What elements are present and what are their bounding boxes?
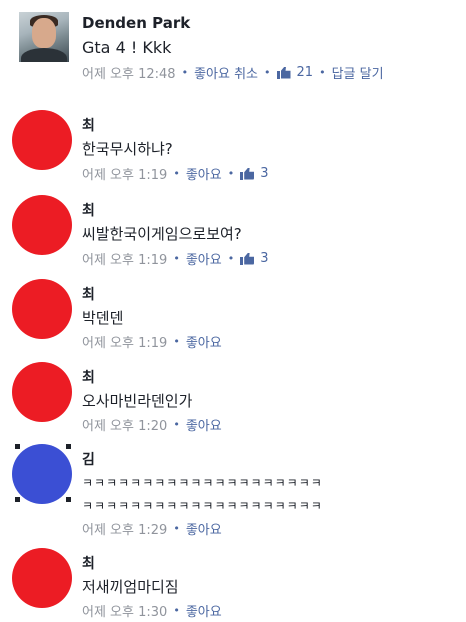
comment-timestamp[interactable]: 어제 오후 1:30: [82, 601, 167, 620]
author-avatar[interactable]: [19, 12, 69, 62]
like-button[interactable]: 좋아요: [186, 164, 222, 183]
comment-timestamp[interactable]: 어제 오후 1:19: [82, 249, 167, 268]
separator-dot: •: [173, 604, 180, 617]
comment-timestamp[interactable]: 어제 오후 1:19: [82, 164, 167, 183]
like-button[interactable]: 좋아요: [186, 519, 222, 538]
comment-author[interactable]: 최: [82, 284, 95, 304]
comment-text-line: ㅋㅋㅋㅋㅋㅋㅋㅋㅋㅋㅋㅋㅋㅋㅋㅋㅋㅋㅋㅋ: [82, 499, 323, 513]
like-count[interactable]: 21: [297, 65, 314, 80]
separator-dot: •: [181, 66, 189, 79]
comment-author[interactable]: 최: [82, 367, 95, 387]
like-button[interactable]: 좋아요: [186, 415, 222, 434]
comment-text: 한국무시하냐?: [82, 140, 173, 158]
comment-meta: 어제 오후 1:19 • 좋아요 • 3: [82, 164, 268, 183]
comment-author[interactable]: 최: [82, 553, 95, 573]
separator-dot: •: [173, 167, 180, 180]
comment-timestamp[interactable]: 어제 오후 1:29: [82, 519, 167, 538]
main-post: Denden Park Gta 4 ! Kkk 어제 오후 12:48 • 좋아…: [0, 0, 466, 90]
avatar-corner-mark: [15, 497, 20, 502]
thumbs-up-icon: [276, 67, 291, 79]
comment-avatar[interactable]: [12, 279, 72, 339]
post-text: Gta 4 ! Kkk: [82, 38, 172, 57]
like-count[interactable]: 3: [260, 166, 268, 181]
separator-dot: •: [227, 252, 235, 265]
comment-text-line: ㅋㅋㅋㅋㅋㅋㅋㅋㅋㅋㅋㅋㅋㅋㅋㅋㅋㅋㅋㅋ: [82, 476, 323, 490]
post-timestamp[interactable]: 어제 오후 12:48: [82, 63, 176, 82]
separator-dot: •: [227, 167, 235, 180]
comment-text: 박덴덴: [82, 309, 124, 327]
separator-dot: •: [173, 522, 180, 535]
comment-avatar[interactable]: [12, 444, 72, 504]
comment-meta: 어제 오후 1:20 • 좋아요: [82, 415, 222, 434]
comment-timestamp[interactable]: 어제 오후 1:20: [82, 415, 167, 434]
thumbs-up-icon: [240, 253, 254, 265]
separator-dot: •: [173, 335, 180, 348]
comment-timestamp[interactable]: 어제 오후 1:19: [82, 332, 167, 351]
comment-meta: 어제 오후 1:30 • 좋아요: [82, 601, 222, 620]
comment-meta: 어제 오후 1:19 • 좋아요 • 3: [82, 249, 268, 268]
like-button[interactable]: 좋아요: [186, 249, 222, 268]
like-button[interactable]: 좋아요: [186, 332, 222, 351]
separator-dot: •: [319, 66, 326, 79]
like-count[interactable]: 3: [260, 251, 268, 266]
comment-meta: 어제 오후 1:29 • 좋아요: [82, 519, 222, 538]
separator-dot: •: [264, 66, 271, 79]
comment-text: 오사마빈라덴인가: [82, 392, 193, 410]
avatar-corner-mark: [15, 444, 20, 449]
comment-avatar[interactable]: [12, 110, 72, 170]
avatar-corner-mark: [66, 444, 71, 449]
unlike-button[interactable]: 좋아요 취소: [194, 63, 258, 82]
comment-avatar[interactable]: [12, 362, 72, 422]
comment-text: 씨발한국이게임으로보여?: [82, 225, 242, 243]
separator-dot: •: [173, 252, 180, 265]
comment-author[interactable]: 김: [82, 449, 95, 469]
post-meta: 어제 오후 12:48 • 좋아요 취소 • 21 • 답글 달기: [82, 63, 384, 82]
comment-author[interactable]: 최: [82, 115, 95, 135]
avatar-corner-mark: [66, 497, 71, 502]
reply-button[interactable]: 답글 달기: [332, 63, 384, 82]
like-button[interactable]: 좋아요: [186, 601, 222, 620]
comment-meta: 어제 오후 1:19 • 좋아요: [82, 332, 222, 351]
comment-author[interactable]: 최: [82, 200, 95, 220]
comment-text: 저새끼엄마디짐: [82, 578, 179, 596]
comment-avatar[interactable]: [12, 195, 72, 255]
author-name[interactable]: Denden Park: [82, 14, 190, 32]
comment-avatar[interactable]: [12, 548, 72, 608]
separator-dot: •: [173, 418, 180, 431]
thumbs-up-icon: [240, 168, 254, 180]
